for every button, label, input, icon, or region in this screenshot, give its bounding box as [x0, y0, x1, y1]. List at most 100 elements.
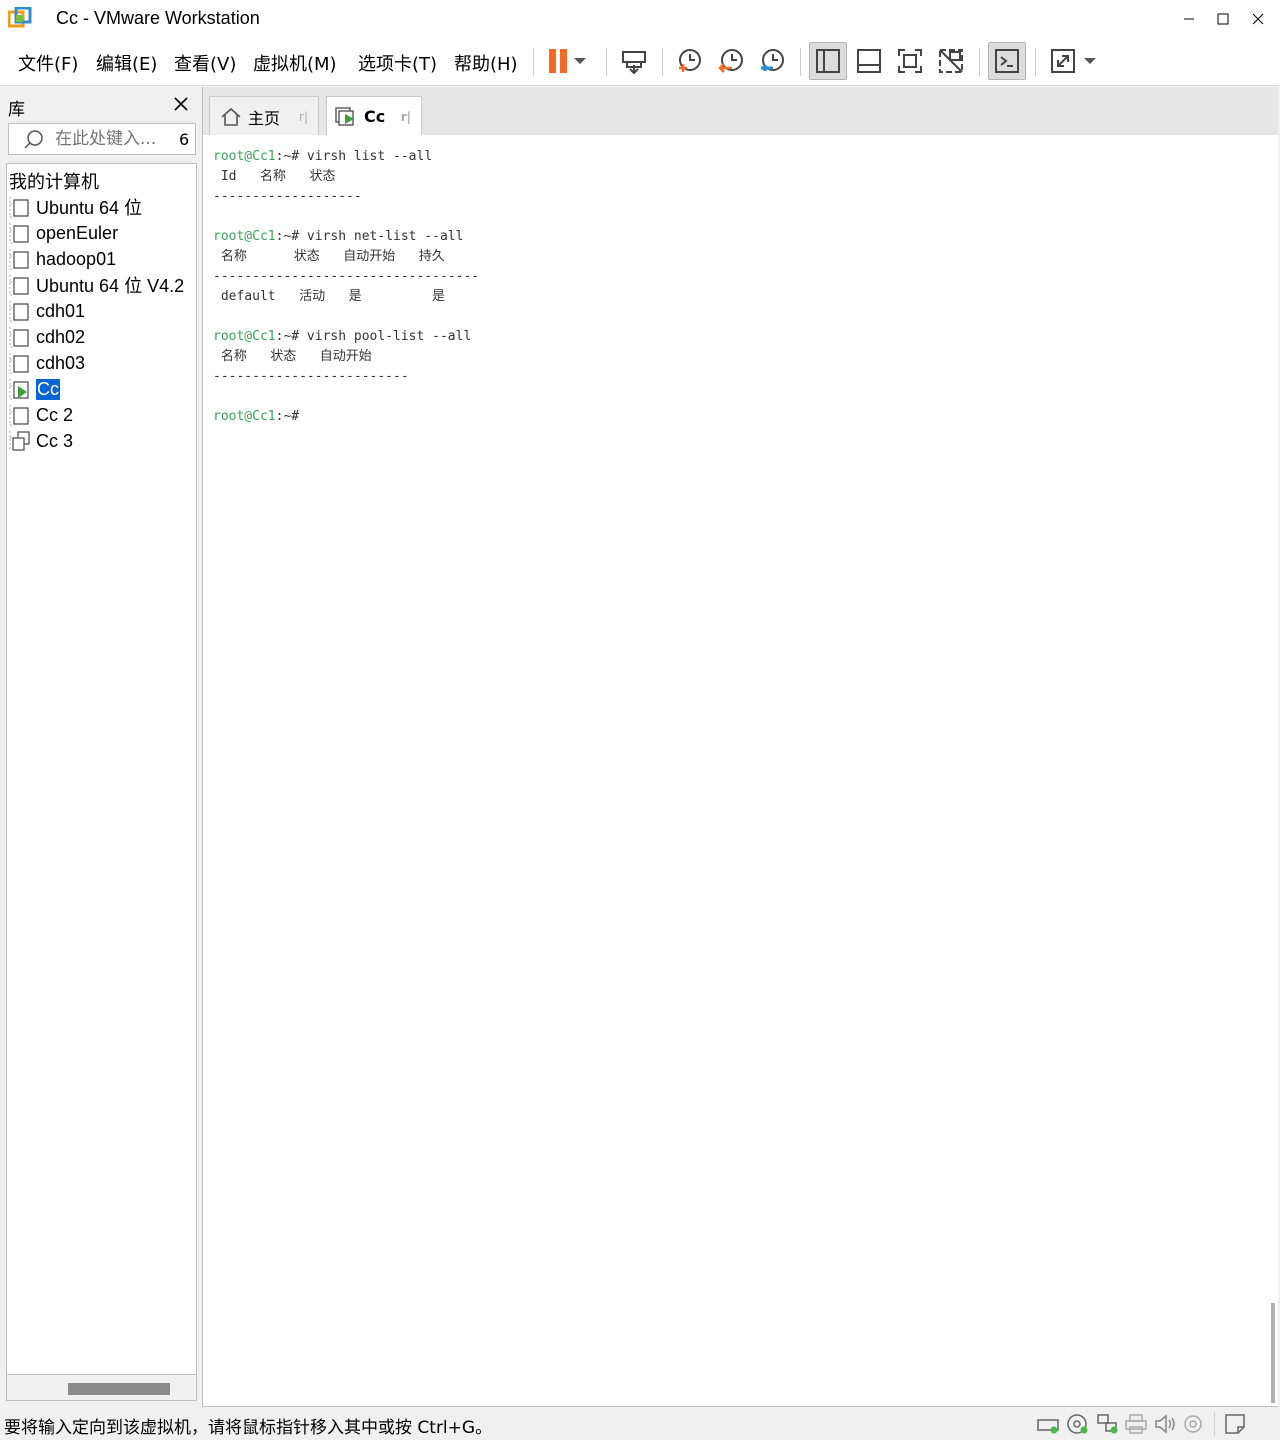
shell-command: :~# virsh list --all: [275, 149, 433, 164]
vm-running-icon: [335, 106, 354, 126]
close-button[interactable]: [1241, 6, 1275, 32]
horizontal-scrollbar[interactable]: [6, 1375, 197, 1401]
fullscreen-icon: [898, 49, 922, 73]
show-library-button[interactable]: [809, 42, 847, 80]
hard-disk-icon[interactable]: [1036, 1413, 1060, 1435]
menu-tabs[interactable]: 选项卡(T): [358, 50, 437, 76]
home-icon: [221, 107, 241, 126]
pin-icon[interactable]: r|: [401, 110, 411, 124]
menu-file[interactable]: 文件(F): [18, 50, 78, 76]
vm-off-icon: [9, 327, 29, 348]
terminal-line: root@Cc1:~# virsh pool-list --all: [213, 327, 479, 347]
vm-off-icon: [9, 249, 29, 270]
usb-icon[interactable]: [1182, 1413, 1206, 1435]
network-adapter-icon[interactable]: [1096, 1413, 1120, 1435]
terminal-line: root@Cc1:~# virsh net-list --all: [213, 227, 479, 247]
vm-item[interactable]: cdh01: [9, 298, 85, 324]
stretch-dropdown[interactable]: [1078, 42, 1102, 80]
vm-item[interactable]: Ubuntu 64 位: [9, 194, 142, 220]
fullscreen-button[interactable]: [891, 42, 929, 80]
pause-icon: [549, 49, 567, 73]
library-title: 库: [8, 100, 25, 120]
terminal-line: -------------------------: [213, 367, 479, 387]
terminal-line: -------------------: [213, 187, 479, 207]
vm-off-icon: [9, 353, 29, 374]
menu-edit[interactable]: 编辑(E): [96, 50, 157, 76]
search-icon: [24, 130, 43, 149]
send-ctrl-alt-del-icon: [622, 51, 646, 74]
maximize-button[interactable]: [1206, 6, 1240, 32]
snapshot-manager-icon: [761, 49, 784, 71]
minimize-icon: [1184, 18, 1194, 20]
vm-item[interactable]: cdh02: [9, 324, 85, 350]
vm-item[interactable]: Cc: [9, 376, 60, 402]
toolbar-divider: [662, 48, 663, 76]
minimize-button[interactable]: [1172, 6, 1206, 32]
revert-snapshot-button[interactable]: [712, 42, 750, 80]
send-ctrl-alt-del-button[interactable]: [615, 42, 653, 80]
terminal-line: Id 名称 状态: [213, 167, 479, 187]
power-dropdown[interactable]: [568, 42, 592, 80]
vm-off-icon: [9, 223, 29, 244]
vm-item-label: cdh02: [36, 326, 86, 347]
output-text: ----------------------------------: [213, 269, 480, 284]
console-view-button[interactable]: [988, 42, 1026, 80]
show-thumbnail-bar-icon: [857, 49, 881, 73]
shell-command: :~# virsh pool-list --all: [275, 329, 472, 344]
vm-item-label: cdh03: [36, 352, 86, 373]
tab-vm-cc[interactable]: Cc r|: [326, 96, 422, 136]
scrollbar-thumb[interactable]: [68, 1383, 170, 1395]
output-text: -------------------------: [213, 369, 409, 384]
close-library-icon[interactable]: [172, 95, 190, 113]
show-thumbnail-bar-button[interactable]: [850, 42, 888, 80]
terminal-line: root@Cc1:~#: [213, 407, 479, 427]
console-view-icon: [995, 49, 1019, 73]
vm-item-label: cdh01: [36, 300, 86, 321]
stretch-button[interactable]: [1044, 42, 1082, 80]
output-text: Id 名称 状态: [213, 169, 336, 184]
snapshot-manager-button[interactable]: [753, 42, 791, 80]
take-snapshot-button[interactable]: [670, 42, 708, 80]
shell-prompt: root@Cc1: [213, 409, 276, 424]
menu-vm[interactable]: 虚拟机(M): [253, 50, 337, 76]
status-bar: 要将输入定向到该虚拟机，请将鼠标指针移入其中或按 Ctrl+G。: [0, 1408, 1280, 1440]
message-log-icon[interactable]: [1224, 1413, 1248, 1435]
tab-label: Cc: [364, 107, 386, 126]
output-text: 名称 状态 自动开始: [213, 349, 372, 364]
printer-icon[interactable]: [1124, 1413, 1148, 1435]
vm-item[interactable]: hadoop01: [9, 246, 116, 272]
cd-dvd-icon[interactable]: [1066, 1413, 1090, 1435]
sound-icon[interactable]: [1154, 1413, 1178, 1435]
dropdown-icon: [1084, 58, 1096, 64]
menu-help[interactable]: 帮助(H): [454, 50, 518, 76]
menu-view[interactable]: 查看(V): [174, 50, 236, 76]
unity-button[interactable]: [932, 42, 970, 80]
terminal-line: root@Cc1:~# virsh list --all: [213, 147, 479, 167]
vmware-logo-icon: [8, 7, 32, 28]
library-search[interactable]: 6: [8, 123, 196, 155]
window-title: Cc - VMware Workstation: [56, 8, 260, 28]
search-input[interactable]: [55, 128, 167, 150]
vm-item[interactable]: openEuler: [9, 220, 118, 246]
vm-item[interactable]: Ubuntu 64 位 V4.2: [9, 272, 184, 298]
menu-bar: 文件(F) 编辑(E) 查看(V) 虚拟机(M) 选项卡(T) 帮助(H): [0, 38, 1280, 86]
vm-item-label: Cc 3: [36, 430, 74, 451]
search-count: 6: [179, 130, 190, 149]
terminal-line: default 活动 是 是: [213, 287, 479, 307]
tab-bar: 主页 r| Cc r|: [202, 87, 1278, 136]
vm-console[interactable]: root@Cc1:~# virsh list --all Id 名称 状态 ---…: [202, 135, 1278, 1407]
tab-label: 主页: [248, 108, 281, 128]
vm-item[interactable]: cdh03: [9, 350, 85, 376]
vm-item[interactable]: Cc 3: [9, 428, 73, 454]
pin-icon[interactable]: r|: [299, 110, 308, 124]
vm-off-icon: [9, 275, 29, 296]
tab-home[interactable]: 主页 r|: [209, 96, 319, 136]
snapshot-take-icon: [679, 49, 701, 72]
toolbar-divider: [800, 48, 801, 76]
tree-root-my-computer[interactable]: 我的计算机: [9, 168, 99, 194]
vm-item[interactable]: Cc 2: [9, 402, 73, 428]
vertical-scrollbar[interactable]: [1271, 1303, 1275, 1403]
